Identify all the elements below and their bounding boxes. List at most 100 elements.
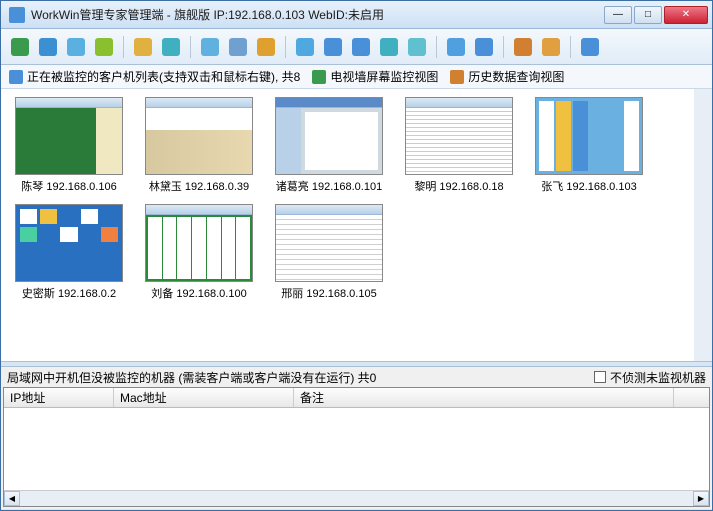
- help-icon: [581, 38, 599, 56]
- thumbnail-screenshot: [405, 97, 513, 175]
- scroll-right-button[interactable]: ▶: [693, 491, 709, 506]
- unmonitored-table: IP地址 Mac地址 备注 ◀ ▶: [3, 387, 710, 507]
- list-button[interactable]: [538, 34, 564, 60]
- toolbar-separator: [190, 36, 191, 58]
- play-button[interactable]: [320, 34, 346, 60]
- col-ip[interactable]: IP地址: [4, 388, 114, 407]
- search-button[interactable]: [158, 34, 184, 60]
- lock-button[interactable]: [471, 34, 497, 60]
- action1-button[interactable]: [7, 34, 33, 60]
- globe-button[interactable]: [35, 34, 61, 60]
- client-thumbnail[interactable]: 刘备 192.168.0.100: [143, 204, 255, 301]
- col-mac[interactable]: Mac地址: [114, 388, 294, 407]
- settings-button[interactable]: [404, 34, 430, 60]
- lock-icon: [475, 38, 493, 56]
- client-thumbnail[interactable]: 林黛玉 192.168.0.39: [143, 97, 255, 194]
- thumbnail-label: 陈琴 192.168.0.106: [21, 178, 116, 194]
- thumbnail-screenshot: [145, 204, 253, 282]
- tab-client-list[interactable]: 正在被监控的客户机列表(支持双击和鼠标右键), 共8: [9, 68, 300, 85]
- close-button[interactable]: ✕: [664, 6, 708, 24]
- zoom-button[interactable]: [225, 34, 251, 60]
- search-icon: [162, 38, 180, 56]
- refresh-button[interactable]: [197, 34, 223, 60]
- people-icon: [95, 38, 113, 56]
- thumbnail-screenshot: [145, 97, 253, 175]
- minimize-button[interactable]: —: [604, 6, 632, 24]
- col-note[interactable]: 备注: [294, 388, 674, 407]
- horizontal-scrollbar[interactable]: ◀ ▶: [4, 490, 709, 506]
- monitor-icon: [67, 38, 85, 56]
- screens-button[interactable]: [253, 34, 279, 60]
- client-thumbnail[interactable]: 陈琴 192.168.0.106: [13, 97, 125, 194]
- zoom-icon: [229, 38, 247, 56]
- app-icon: [9, 7, 25, 23]
- client-thumbnail[interactable]: 黎明 192.168.0.18: [403, 97, 515, 194]
- history-icon: [450, 70, 464, 84]
- clients-icon: [9, 70, 23, 84]
- client-thumbnail[interactable]: 诸葛亮 192.168.0.101: [273, 97, 385, 194]
- toolbar: [1, 29, 712, 65]
- vertical-scrollbar[interactable]: ▲ ▼: [696, 91, 710, 359]
- settings-icon: [408, 38, 426, 56]
- toolbar-separator: [570, 36, 571, 58]
- thumbnail-label: 诸葛亮 192.168.0.101: [276, 178, 382, 194]
- client-thumbnail[interactable]: 邢丽 192.168.0.105: [273, 204, 385, 301]
- list-icon: [542, 38, 560, 56]
- thumbnail-screenshot: [15, 97, 123, 175]
- thumbnail-screenshot: [275, 204, 383, 282]
- toolbar-separator: [123, 36, 124, 58]
- disc-icon: [380, 38, 398, 56]
- tab-video-wall[interactable]: 电视墙屏幕监控视图: [312, 68, 438, 85]
- brush-icon: [134, 38, 152, 56]
- scroll-left-button[interactable]: ◀: [4, 491, 20, 506]
- toolbar-separator: [436, 36, 437, 58]
- scroll-up-button[interactable]: ▲: [696, 91, 710, 105]
- detect-checkbox[interactable]: [594, 371, 606, 383]
- thumbnail-screenshot: [275, 97, 383, 175]
- detect-checkbox-label: 不侦测未监视机器: [610, 369, 706, 386]
- bottom-heading-row: 局域网中开机但没被监控的机器 (需装客户端或客户端没有在运行) 共0 不侦测未监…: [1, 367, 712, 387]
- device-button[interactable]: [443, 34, 469, 60]
- doc-icon: [514, 38, 532, 56]
- maximize-button[interactable]: □: [634, 6, 662, 24]
- play-icon: [324, 38, 342, 56]
- thumbnail-grid: 陈琴 192.168.0.106 林黛玉 192.168.0.39 诸葛亮 192.…: [1, 89, 712, 361]
- tab-history-label: 历史数据查询视图: [468, 68, 564, 85]
- toolbar-separator: [285, 36, 286, 58]
- tab-client-label: 正在被监控的客户机列表(支持双击和鼠标右键), 共8: [27, 68, 300, 85]
- monitor-button[interactable]: [63, 34, 89, 60]
- action1-icon: [11, 38, 29, 56]
- thumbnail-label: 邢丽 192.168.0.105: [281, 285, 376, 301]
- bottom-pane: 局域网中开机但没被监控的机器 (需装客户端或客户端没有在运行) 共0 不侦测未监…: [1, 367, 712, 509]
- tab-bar: 正在被监控的客户机列表(支持双击和鼠标右键), 共8 电视墙屏幕监控视图 历史数…: [1, 65, 712, 89]
- client-thumbnail[interactable]: 张飞 192.168.0.103: [533, 97, 645, 194]
- tab-history[interactable]: 历史数据查询视图: [450, 68, 564, 85]
- wall-icon: [312, 70, 326, 84]
- window-title: WorkWin管理专家管理端 - 旗舰版 IP:192.168.0.103 We…: [31, 6, 604, 23]
- help-button[interactable]: [577, 34, 603, 60]
- titlebar: WorkWin管理专家管理端 - 旗舰版 IP:192.168.0.103 We…: [1, 1, 712, 29]
- disc-button[interactable]: [376, 34, 402, 60]
- scroll-down-button[interactable]: ▼: [696, 345, 710, 359]
- device-icon: [447, 38, 465, 56]
- tab-wall-label: 电视墙屏幕监控视图: [330, 68, 438, 85]
- client-thumbnail[interactable]: 史密斯 192.168.0.2: [13, 204, 125, 301]
- screens-icon: [257, 38, 275, 56]
- toolbar-separator: [503, 36, 504, 58]
- thumbnail-screenshot: [535, 97, 643, 175]
- thumbnail-label: 林黛玉 192.168.0.39: [149, 178, 249, 194]
- copy-button[interactable]: [292, 34, 318, 60]
- thumbnail-label: 黎明 192.168.0.18: [414, 178, 503, 194]
- thumbnail-screenshot: [15, 204, 123, 282]
- people-button[interactable]: [91, 34, 117, 60]
- bottom-heading: 局域网中开机但没被监控的机器 (需装客户端或客户端没有在运行) 共0: [7, 369, 376, 386]
- brush-button[interactable]: [130, 34, 156, 60]
- pause-button[interactable]: [348, 34, 374, 60]
- copy-icon: [296, 38, 314, 56]
- table-header: IP地址 Mac地址 备注: [4, 388, 709, 408]
- thumbnail-label: 张飞 192.168.0.103: [541, 178, 636, 194]
- globe-icon: [39, 38, 57, 56]
- window-controls: — □ ✕: [604, 6, 708, 24]
- thumbnail-label: 史密斯 192.168.0.2: [22, 285, 116, 301]
- doc-button[interactable]: [510, 34, 536, 60]
